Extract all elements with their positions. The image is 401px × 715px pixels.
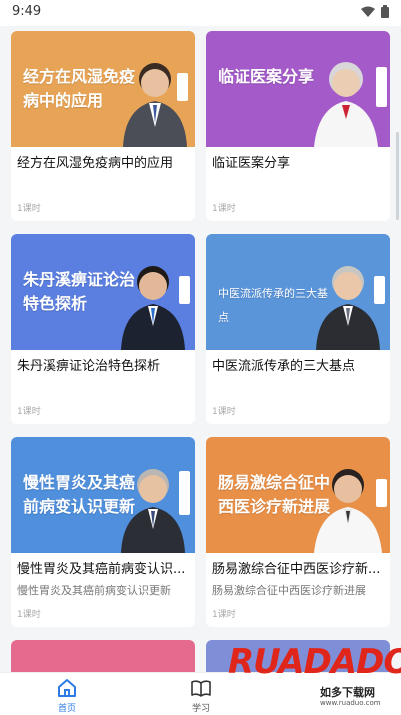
watermark-brand: RUADADO: [228, 642, 401, 682]
lecturer-name-tag: [179, 471, 190, 515]
watermark-logo: RUADADO 如多下载网 www.ruaduo.com: [222, 642, 401, 714]
course-subtitle: 慢性胃炎及其癌前病变认识更新: [17, 584, 171, 597]
course-cover: 临证医案分享: [206, 31, 390, 147]
course-title: 肠易激综合征中西医诊疗新...: [212, 562, 381, 577]
lecturer-name-tag: [376, 67, 387, 107]
scrollbar[interactable]: [396, 132, 399, 220]
status-bar: 9:49: [0, 0, 401, 26]
lecturer-photo: [316, 266, 380, 350]
status-icons: [361, 5, 389, 18]
course-card[interactable]: [11, 640, 195, 672]
book-icon: [191, 680, 211, 697]
course-hours: 1课时: [17, 204, 41, 214]
course-hours: 1课时: [212, 610, 236, 620]
course-card[interactable]: 经方在风湿免疫病中的应用 经方在风湿免疫病中的应用 1课时: [11, 31, 195, 221]
lecturer-photo: [314, 62, 378, 147]
lecturer-photo: [121, 469, 185, 553]
course-card[interactable]: 肠易激综合征中西医诊疗新进展 肠易激综合征中西医诊疗新... 肠易激综合征中西医…: [206, 437, 390, 627]
course-cover: [11, 640, 195, 672]
lecturer-name-tag: [177, 73, 188, 101]
lecturer-name-tag: [376, 479, 387, 507]
lecturer-photo: [314, 469, 382, 553]
course-cover: 朱丹溪痹证论治特色探析: [11, 234, 195, 350]
course-grid: 经方在风湿免疫病中的应用 经方在风湿免疫病中的应用 1课时 临证医案分享 临证医…: [0, 26, 401, 672]
course-cover: 肠易激综合征中西医诊疗新进展: [206, 437, 390, 553]
course-title: 朱丹溪痹证论治特色探析: [17, 359, 161, 374]
home-icon: [58, 679, 76, 697]
tab-home-label: 首页: [57, 704, 76, 714]
course-title: 临证医案分享: [212, 156, 291, 171]
course-card[interactable]: 临证医案分享 临证医案分享 1课时: [206, 31, 390, 221]
wifi-icon: [361, 6, 375, 17]
course-hours: 1课时: [17, 610, 41, 620]
lecturer-name-tag: [179, 276, 190, 304]
course-hours: 1课时: [17, 407, 41, 417]
watermark-line2: www.ruaduo.com: [320, 699, 381, 707]
course-hours: 1课时: [212, 407, 236, 417]
course-subtitle: 肠易激综合征中西医诊疗新进展: [212, 584, 366, 597]
course-card[interactable]: 中医流派传承的三大基点 中医流派传承的三大基点 1课时: [206, 234, 390, 424]
tab-home[interactable]: 首页: [37, 677, 97, 714]
status-time: 9:49: [12, 4, 42, 19]
course-hours: 1课时: [212, 204, 236, 214]
course-cover: 中医流派传承的三大基点: [206, 234, 390, 350]
course-title: 中医流派传承的三大基点: [212, 359, 356, 374]
watermark-line1: 如多下载网: [320, 686, 375, 699]
course-card[interactable]: 朱丹溪痹证论治特色探析 朱丹溪痹证论治特色探析 1课时: [11, 234, 195, 424]
tab-study-label: 学习: [191, 704, 210, 714]
course-title: 慢性胃炎及其癌前病变认识...: [17, 562, 186, 577]
course-cover: 慢性胃炎及其癌前病变认识更新: [11, 437, 195, 553]
lecturer-photo: [121, 266, 185, 350]
battery-icon: [381, 5, 389, 18]
course-cover: 经方在风湿免疫病中的应用: [11, 31, 195, 147]
course-title: 经方在风湿免疫病中的应用: [17, 156, 174, 171]
lecturer-name-tag: [374, 276, 385, 304]
course-card[interactable]: 慢性胃炎及其癌前病变认识更新 慢性胃炎及其癌前病变认识... 慢性胃炎及其癌前病…: [11, 437, 195, 627]
